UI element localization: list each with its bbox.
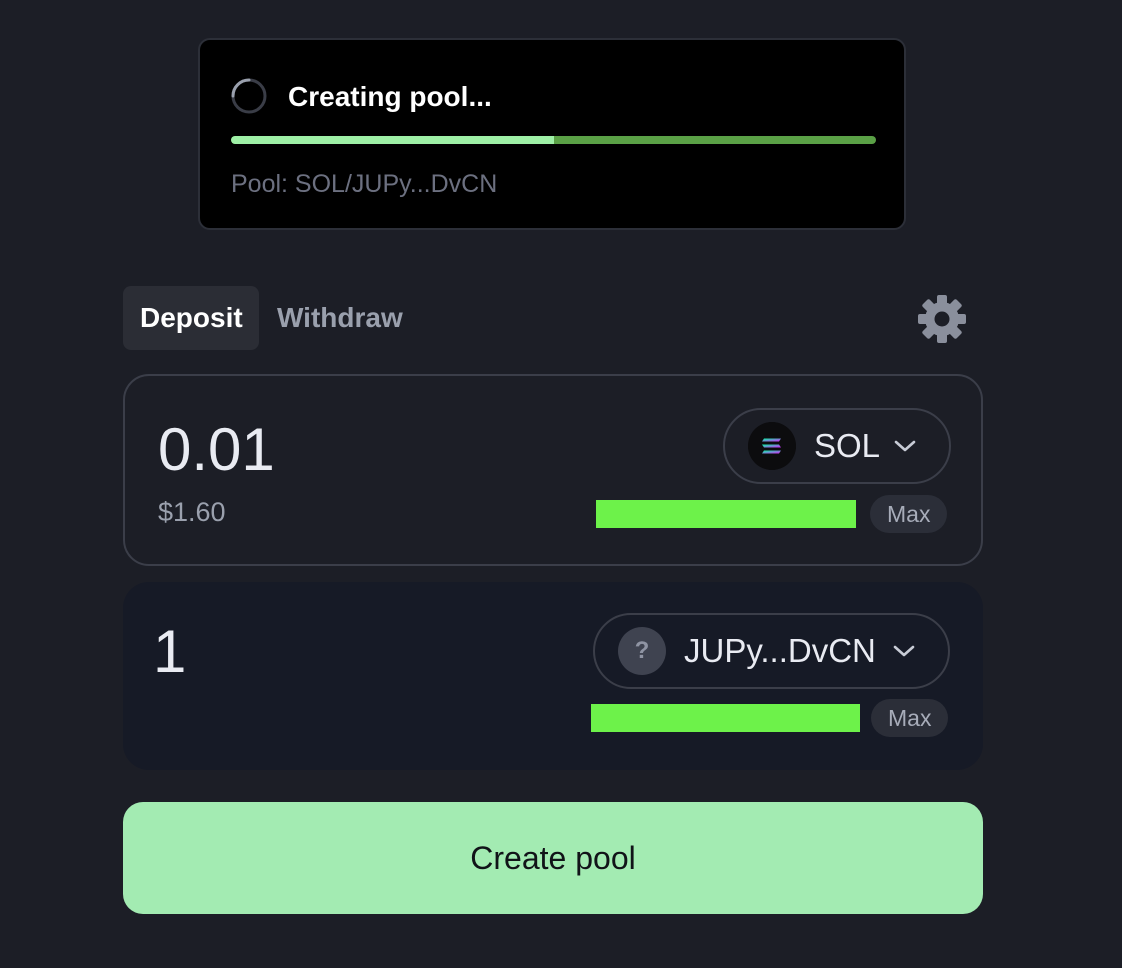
token-selector-jupy[interactable]: ? JUPy...DvCN bbox=[593, 613, 950, 689]
redacted-balance bbox=[596, 500, 856, 528]
max-button[interactable]: Max bbox=[870, 495, 948, 533]
deposit-input-card-2: 1 ? JUPy...DvCN Max bbox=[123, 582, 983, 770]
unknown-token-icon: ? bbox=[618, 627, 666, 675]
tab-deposit[interactable]: Deposit bbox=[123, 286, 259, 350]
solana-icon bbox=[748, 422, 796, 470]
create-pool-button[interactable]: Create pool bbox=[123, 802, 983, 914]
max-button[interactable]: Max bbox=[871, 699, 949, 737]
toast-progress-bar bbox=[231, 136, 876, 144]
loading-spinner-icon bbox=[231, 78, 267, 114]
amount-input[interactable]: 0.01 bbox=[158, 418, 275, 482]
gear-icon[interactable] bbox=[916, 293, 968, 345]
chevron-down-icon bbox=[893, 645, 915, 657]
amount-input[interactable]: 1 bbox=[153, 620, 186, 684]
token-label: SOL bbox=[814, 427, 881, 464]
chevron-down-icon bbox=[894, 440, 916, 452]
token-label: JUPy...DvCN bbox=[684, 632, 876, 669]
token-selector-sol[interactable]: SOL bbox=[723, 408, 951, 484]
tab-withdraw[interactable]: Withdraw bbox=[260, 286, 420, 350]
toast-subtitle: Pool: SOL/JUPy...DvCN bbox=[231, 170, 498, 198]
redacted-balance bbox=[591, 704, 860, 732]
deposit-input-card-1: 0.01 $1.60 SOL Max bbox=[123, 374, 983, 566]
toast-progress-fill bbox=[231, 136, 554, 144]
toast-title: Creating pool... bbox=[288, 81, 492, 112]
pool-creation-toast: Creating pool... Pool: SOL/JUPy...DvCN bbox=[198, 38, 906, 230]
usd-value: $1.60 bbox=[158, 497, 226, 527]
